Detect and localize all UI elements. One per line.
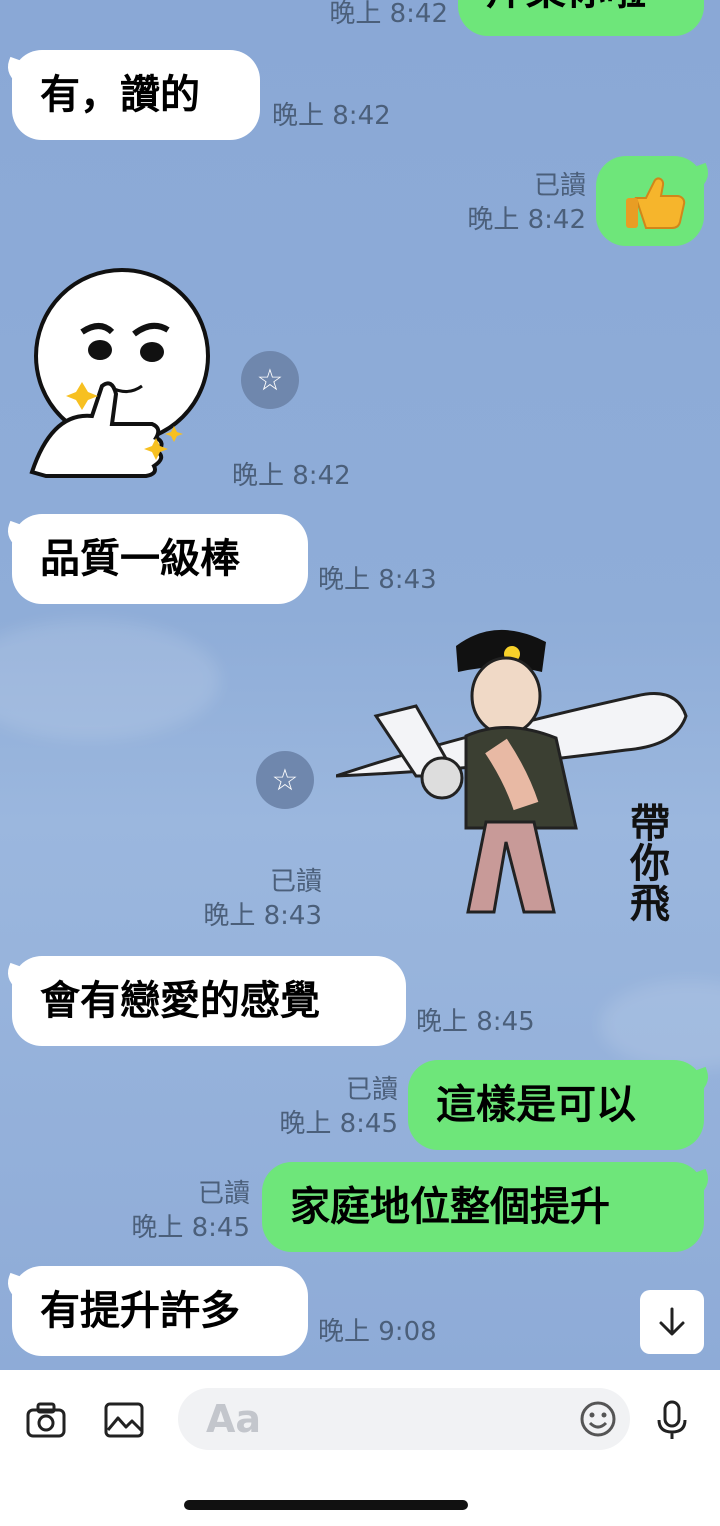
message-time: 晚上 9:08 — [318, 1317, 437, 1347]
microphone-icon[interactable] — [650, 1398, 694, 1442]
read-status: 已讀 — [197, 1179, 250, 1209]
outgoing-emoji-message[interactable] — [596, 156, 704, 246]
outgoing-message[interactable]: 家庭地位整個提升 — [262, 1162, 704, 1252]
message-time: 晚上 8:42 — [467, 205, 586, 235]
home-indicator — [184, 1500, 468, 1510]
outgoing-message[interactable]: 這樣是可以 — [408, 1060, 704, 1150]
thumbs-up-sticker[interactable] — [22, 262, 222, 494]
scroll-to-bottom-button[interactable] — [640, 1290, 704, 1354]
background-cloud — [600, 980, 720, 1070]
message-time: 晚上 8:45 — [416, 1007, 535, 1037]
emoji-icon[interactable] — [578, 1399, 618, 1439]
message-time: 晚上 8:45 — [131, 1213, 250, 1243]
read-status: 已讀 — [533, 171, 586, 201]
pilot-sticker[interactable]: 帶你飛 — [336, 626, 696, 926]
arrow-down-icon — [659, 1307, 685, 1336]
star-icon[interactable]: ☆ — [256, 751, 314, 809]
incoming-message[interactable]: 品質一級棒 — [12, 514, 308, 604]
thumbs-up-icon — [626, 177, 686, 229]
message-time: 晚上 8:42 — [272, 101, 391, 131]
camera-icon[interactable] — [24, 1398, 68, 1442]
outgoing-message[interactable]: 芹菜你啦 — [458, 0, 704, 36]
message-time: 晚上 8:45 — [279, 1109, 398, 1139]
message-time: 晚上 8:43 — [203, 901, 322, 931]
message-time: 晚上 8:42 — [329, 0, 448, 29]
background-cloud — [0, 620, 220, 740]
star-icon[interactable]: ☆ — [241, 351, 299, 409]
incoming-message[interactable]: 會有戀愛的感覺 — [12, 956, 406, 1046]
read-status: 已讀 — [269, 867, 322, 897]
chat-area[interactable]: 晚上 8:42 芹菜你啦 有，讚的 晚上 8:42 已讀 晚上 8:42 ☆ 晚… — [0, 0, 720, 1370]
read-status: 已讀 — [345, 1075, 398, 1105]
message-input[interactable]: Aa — [178, 1388, 630, 1450]
image-icon[interactable] — [102, 1398, 146, 1442]
incoming-message[interactable]: 有，讚的 — [12, 50, 260, 140]
message-time: 晚上 8:42 — [232, 461, 351, 491]
sticker-caption: 帶你飛 — [623, 802, 671, 922]
incoming-message[interactable]: 有提升許多 — [12, 1266, 308, 1356]
message-time: 晚上 8:43 — [318, 565, 437, 595]
